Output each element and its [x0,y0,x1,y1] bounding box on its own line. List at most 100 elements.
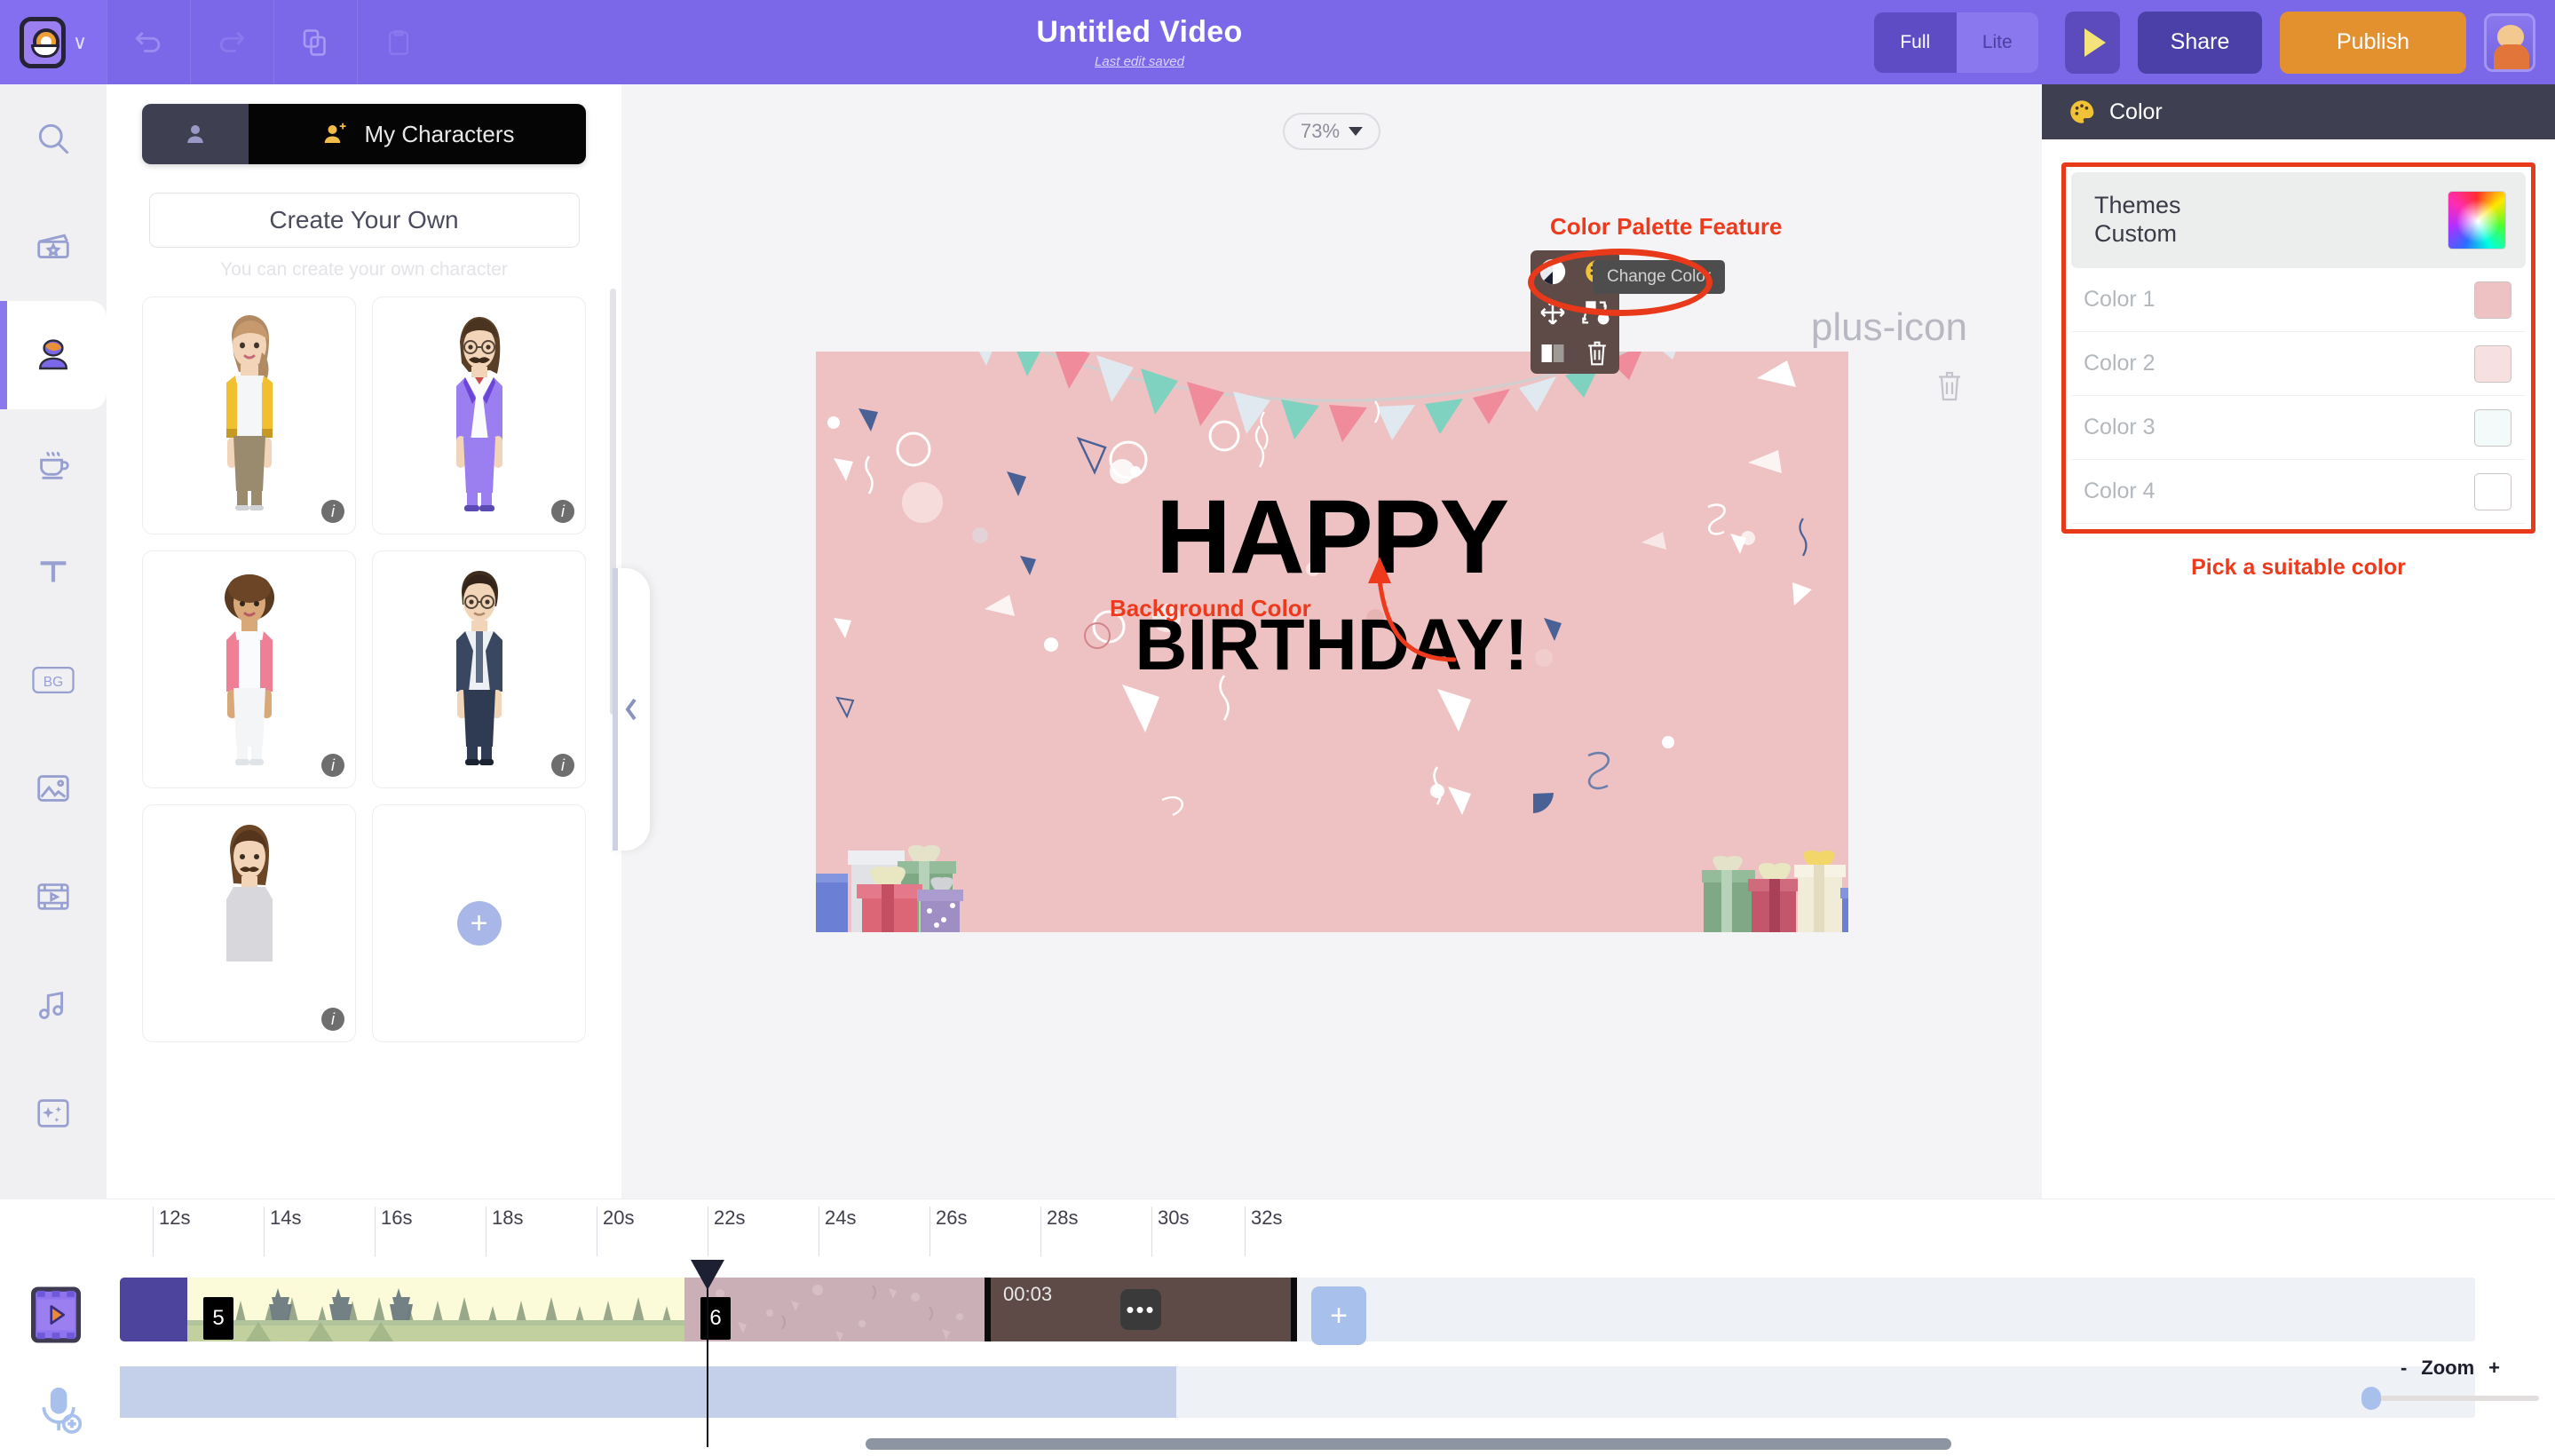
color-row-2[interactable]: Color 2 [2071,332,2526,396]
sidebar-item-effects[interactable] [0,1059,107,1167]
character-icon [38,339,68,370]
color-swatch[interactable] [2474,472,2511,510]
character-info-icon[interactable]: i [551,754,574,777]
add-character-icon[interactable]: + [456,901,502,946]
clip-7-selected[interactable]: 00:03 ••• [985,1278,1297,1341]
redo-button[interactable] [190,0,273,84]
zoom-out-button[interactable]: - [2401,1357,2407,1380]
clip-5[interactable]: 5 [187,1278,684,1341]
themes-selector-row[interactable]: Themes Custom [2071,172,2526,268]
clip-6[interactable]: 6 [684,1278,985,1341]
video-track-row[interactable]: 5 6 00:03 ••• + [120,1278,2475,1345]
header-actions: Share Publish [2065,11,2535,74]
timeline-tick: 22s [708,1207,745,1256]
delete-tool-button[interactable] [1575,333,1619,374]
character-man-long-hair-icon [225,825,273,961]
microphone-add-icon [42,1387,83,1434]
search-icon [38,123,69,154]
flip-tool-button[interactable] [1531,333,1575,374]
audio-clip[interactable] [120,1366,1176,1418]
mode-toggle[interactable]: Full Lite [1874,12,2038,73]
timeline-horizontal-scrollbar[interactable] [866,1438,1951,1450]
tab-full[interactable]: Full [1874,12,1957,73]
duplicate-button[interactable] [273,0,357,84]
color-panel-header: Color [2042,84,2555,139]
duplicate-icon [303,28,326,56]
delete-element-button[interactable] [1934,368,1966,408]
video-track-icon-button[interactable] [31,1286,81,1348]
character-info-icon[interactable]: i [321,500,344,523]
page-title[interactable]: Untitled Video [1036,15,1242,50]
sidebar-item-text[interactable] [0,518,107,626]
timeline-playhead[interactable] [691,1260,724,1447]
character-woman-pink-cardigan-icon [224,574,274,765]
clapperboard-star-icon [37,233,69,258]
color-panel-title: Color [2109,99,2163,124]
clip-options-button[interactable]: ••• [1120,1289,1161,1330]
add-scene-button[interactable]: + [1311,1286,1366,1345]
zoom-in-button[interactable]: + [2488,1357,2500,1380]
character-card[interactable]: i [372,297,586,534]
tab-all-characters[interactable] [142,104,249,164]
sidebar-item-background[interactable]: BG [0,626,107,734]
audio-track-icon-button[interactable] [37,1384,83,1438]
character-info-icon[interactable]: i [321,754,344,777]
tab-lite[interactable]: Lite [1956,12,2038,73]
annotation-ellipse-highlight [1528,249,1713,316]
clip-lead-in[interactable] [120,1278,187,1341]
sidebar-item-search[interactable] [0,84,107,193]
svg-text:BG: BG [44,675,64,690]
color-row-4[interactable]: Color 4 [2071,460,2526,524]
last-edit-status[interactable]: Last edit saved [1095,54,1184,69]
add-element-button[interactable]: plus-icon [1811,308,1967,347]
annotation-pick-suitable-color: Pick a suitable color [2191,555,2406,580]
audio-track-row[interactable] [120,1366,2475,1418]
app-logo[interactable]: ∨ [0,0,107,84]
zoom-slider-track[interactable] [2361,1387,2539,1410]
tab-my-characters[interactable]: My Characters [249,104,586,164]
document-title-block: Untitled Video Last edit saved [405,15,1874,69]
timeline-tick: 14s [264,1207,301,1256]
zoom-slider-knob[interactable] [2361,1387,2381,1410]
clip-duration: 00:03 [1003,1283,1053,1305]
sidebar-item-props[interactable] [0,409,107,518]
avatar[interactable] [2484,12,2535,72]
preview-button[interactable] [2065,11,2120,74]
music-note-icon [38,991,64,1019]
timeline-tick: 20s [597,1207,634,1256]
undo-button[interactable] [107,0,190,84]
flip-icon [1541,344,1564,362]
timeline-ruler[interactable]: 12s 14s 16s 18s 20s 22s 24s 26s 28s 30s 32s [0,1199,2555,1260]
timeline-zoom-control: - Zoom + [2361,1357,2539,1410]
color-swatch[interactable] [2474,408,2511,447]
sidebar-item-templates[interactable] [0,193,107,301]
character-tabs: My Characters [142,104,586,164]
sidebar-item-images[interactable] [0,734,107,843]
character-card[interactable]: i [142,550,356,788]
timeline-tick: 24s [819,1207,856,1256]
publish-button[interactable]: Publish [2280,11,2466,74]
character-card[interactable]: i [142,804,356,1042]
character-card[interactable]: i [142,297,356,534]
color-row-1[interactable]: Color 1 [2071,268,2526,332]
color-row-3[interactable]: Color 3 [2071,396,2526,460]
character-woman-yellow-jacket-icon [225,315,273,510]
create-your-own-button[interactable]: Create Your Own [148,193,580,248]
color-label: Color 3 [2084,415,2156,439]
sidebar-item-video[interactable] [0,843,107,951]
share-button[interactable]: Share [2138,11,2262,74]
character-info-icon[interactable]: i [551,500,574,523]
sidebar-item-music[interactable] [0,951,107,1059]
logo-chevron-down-icon[interactable]: ∨ [73,32,87,52]
character-card[interactable]: i [372,550,586,788]
color-swatch[interactable] [2474,344,2511,383]
themes-label-block: Themes Custom [2094,192,2181,249]
sidebar-item-characters[interactable] [0,301,107,409]
gift-boxes-right [1701,850,1848,932]
undo-icon [135,31,161,52]
color-swatch[interactable] [2474,281,2511,319]
color-wheel-icon[interactable] [2448,191,2506,249]
character-info-icon[interactable]: i [321,1008,344,1031]
character-card-add[interactable]: + [372,804,586,1042]
timeline-tick: 26s [929,1207,967,1256]
